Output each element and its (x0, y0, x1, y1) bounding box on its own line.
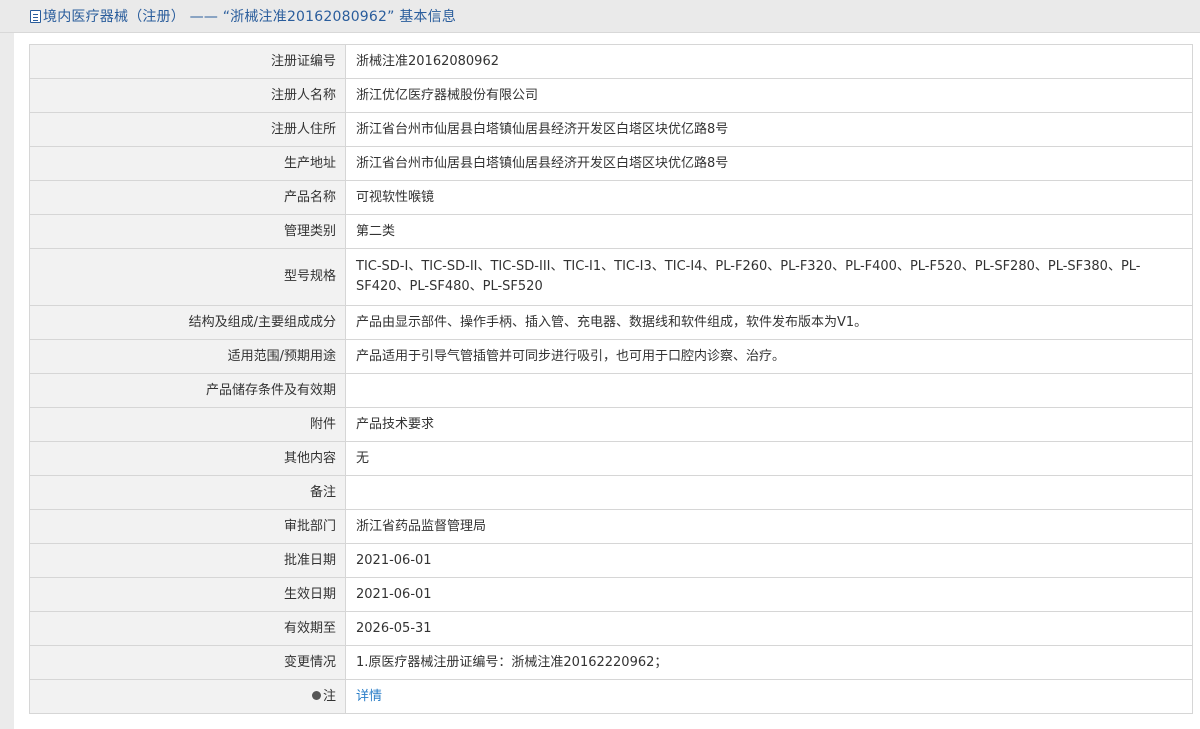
table-row: 备注 (29, 475, 1193, 510)
field-value-note: 详情 (345, 679, 1193, 714)
field-value-valid-until: 2026-05-31 (345, 611, 1193, 646)
field-label-other: 其他内容 (29, 441, 346, 476)
page: 境内医疗器械（注册） —— “浙械注准20162080962” 基本信息 注册证… (0, 0, 1200, 729)
field-label-production-address: 生产地址 (29, 146, 346, 181)
field-label-attachment: 附件 (29, 407, 346, 442)
table-row: 型号规格 TIC-SD-I、TIC-SD-II、TIC-SD-III、TIC-I… (29, 248, 1193, 306)
field-label-scope: 适用范围/预期用途 (29, 339, 346, 374)
field-value-model-spec: TIC-SD-I、TIC-SD-II、TIC-SD-III、TIC-I1、TIC… (345, 248, 1193, 306)
field-label-registrant-name: 注册人名称 (29, 78, 346, 113)
field-value-attachment: 产品技术要求 (345, 407, 1193, 442)
table-row: 生效日期 2021-06-01 (29, 577, 1193, 612)
table-row: 管理类别 第二类 (29, 214, 1193, 249)
field-value-management-category: 第二类 (345, 214, 1193, 249)
table-row: 适用范围/预期用途 产品适用于引导气管插管并可同步进行吸引，也可用于口腔内诊察、… (29, 339, 1193, 374)
table-row: 审批部门 浙江省药品监督管理局 (29, 509, 1193, 544)
table-row: 产品储存条件及有效期 (29, 373, 1193, 408)
table-row: 变更情况 1.原医疗器械注册证编号：浙械注准20162220962； (29, 645, 1193, 680)
field-value-structure: 产品由显示部件、操作手柄、插入管、充电器、数据线和软件组成，软件发布版本为V1。 (345, 305, 1193, 340)
table-row: 注册证编号 浙械注准20162080962 (29, 44, 1193, 79)
page-title: 境内医疗器械（注册） —— “浙械注准20162080962” 基本信息 (43, 9, 457, 25)
field-value-effective-date: 2021-06-01 (345, 577, 1193, 612)
header-bar: 境内医疗器械（注册） —— “浙械注准20162080962” 基本信息 (0, 0, 1200, 33)
field-label-structure: 结构及组成/主要组成成分 (29, 305, 346, 340)
field-value-remark (345, 475, 1193, 510)
table-row: 结构及组成/主要组成成分 产品由显示部件、操作手柄、插入管、充电器、数据线和软件… (29, 305, 1193, 340)
table-row: 注 详情 (29, 679, 1193, 714)
detail-link[interactable]: 详情 (356, 689, 382, 704)
field-value-registrant-address: 浙江省台州市仙居县白塔镇仙居县经济开发区白塔区块优亿路8号 (345, 112, 1193, 147)
field-label-approval-dept: 审批部门 (29, 509, 346, 544)
table-row: 注册人住所 浙江省台州市仙居县白塔镇仙居县经济开发区白塔区块优亿路8号 (29, 112, 1193, 147)
table-row: 产品名称 可视软性喉镜 (29, 180, 1193, 215)
field-label-storage: 产品储存条件及有效期 (29, 373, 346, 408)
table-row: 注册人名称 浙江优亿医疗器械股份有限公司 (29, 78, 1193, 113)
table-row: 批准日期 2021-06-01 (29, 543, 1193, 578)
field-label-effective-date: 生效日期 (29, 577, 346, 612)
field-label-registrant-address: 注册人住所 (29, 112, 346, 147)
field-value-product-name: 可视软性喉镜 (345, 180, 1193, 215)
content-panel: 注册证编号 浙械注准20162080962 注册人名称 浙江优亿医疗器械股份有限… (14, 33, 1200, 729)
field-label-registration-number: 注册证编号 (29, 44, 346, 79)
document-icon (30, 9, 41, 23)
field-value-approval-dept: 浙江省药品监督管理局 (345, 509, 1193, 544)
bulb-icon (311, 690, 321, 700)
field-label-valid-until: 有效期至 (29, 611, 346, 646)
table-row: 其他内容 无 (29, 441, 1193, 476)
field-value-registration-number: 浙械注准20162080962 (345, 44, 1193, 79)
field-value-other: 无 (345, 441, 1193, 476)
table-row: 有效期至 2026-05-31 (29, 611, 1193, 646)
field-label-note: 注 (29, 679, 346, 714)
field-value-production-address: 浙江省台州市仙居县白塔镇仙居县经济开发区白塔区块优亿路8号 (345, 146, 1193, 181)
field-value-storage (345, 373, 1193, 408)
field-label-product-name: 产品名称 (29, 180, 346, 215)
field-label-changes: 变更情况 (29, 645, 346, 680)
field-value-registrant-name: 浙江优亿医疗器械股份有限公司 (345, 78, 1193, 113)
field-value-changes: 1.原医疗器械注册证编号：浙械注准20162220962； (345, 645, 1193, 680)
field-label-model-spec: 型号规格 (29, 248, 346, 306)
field-value-scope: 产品适用于引导气管插管并可同步进行吸引，也可用于口腔内诊察、治疗。 (345, 339, 1193, 374)
table-row: 附件 产品技术要求 (29, 407, 1193, 442)
field-label-management-category: 管理类别 (29, 214, 346, 249)
note-label-text: 注 (322, 688, 336, 704)
table-row: 生产地址 浙江省台州市仙居县白塔镇仙居县经济开发区白塔区块优亿路8号 (29, 146, 1193, 181)
info-table: 注册证编号 浙械注准20162080962 注册人名称 浙江优亿医疗器械股份有限… (29, 44, 1193, 714)
field-label-approval-date: 批准日期 (29, 543, 346, 578)
field-label-remark: 备注 (29, 475, 346, 510)
field-value-approval-date: 2021-06-01 (345, 543, 1193, 578)
